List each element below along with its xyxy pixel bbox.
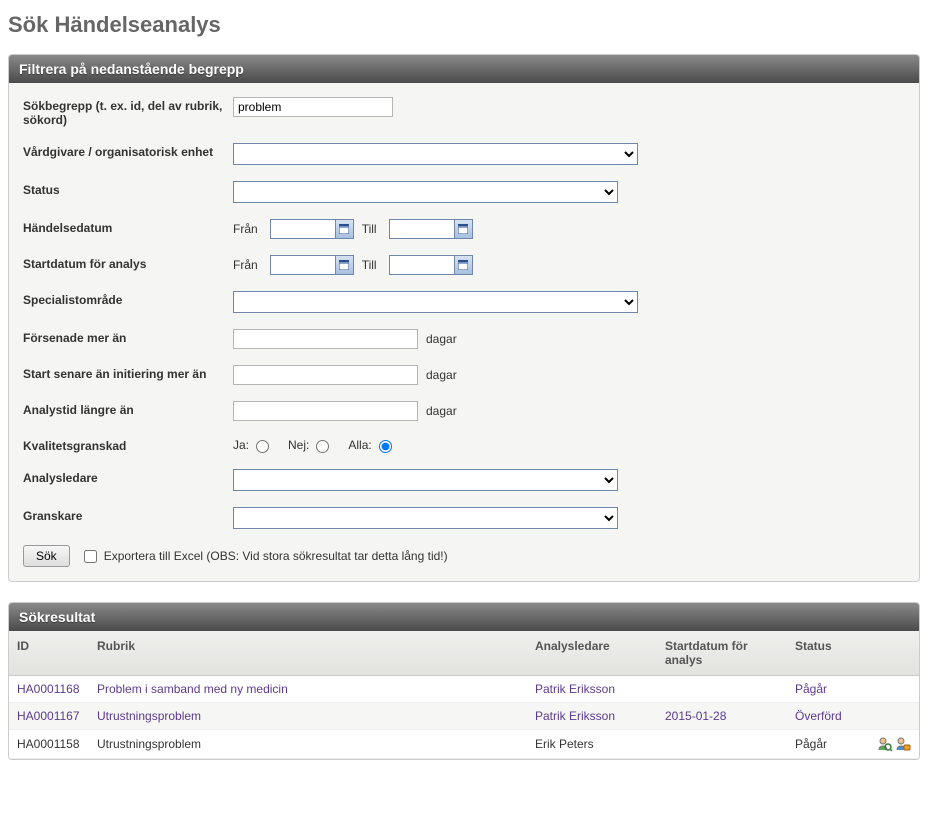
status-select[interactable] xyxy=(233,181,618,203)
table-row: HA0001158 Utrustningsproblem Erik Peters På… xyxy=(9,730,919,759)
sokbegrepp-label: Sökbegrepp (t. ex. id, del av rubrik, sö… xyxy=(23,97,233,127)
kvalitet-nej-radio[interactable] xyxy=(316,440,329,453)
analystid-input[interactable] xyxy=(233,401,418,421)
row-analysledare[interactable]: Patrik Eriksson xyxy=(535,709,615,723)
calendar-icon[interactable] xyxy=(336,219,354,239)
forsenade-input[interactable] xyxy=(233,329,418,349)
row-id: HA0001158 xyxy=(17,737,80,751)
row-analysledare: Erik Peters xyxy=(535,737,594,751)
kvalitet-ja-label: Ja: xyxy=(233,438,249,452)
page-title: Sök Händelseanalys xyxy=(8,12,920,38)
sokbegrepp-input[interactable] xyxy=(233,97,393,117)
start-senare-label: Start senare än initiering mer än xyxy=(23,365,233,381)
filter-panel-body: Sökbegrepp (t. ex. id, del av rubrik, sö… xyxy=(9,83,919,581)
row-startdatum[interactable]: 2015-01-28 xyxy=(665,709,726,723)
row-rubrik: Utrustningsproblem xyxy=(97,737,201,751)
row-rubrik[interactable]: Utrustningsproblem xyxy=(97,709,201,723)
handelsedatum-fran-input[interactable] xyxy=(270,219,336,239)
handelsedatum-label: Händelsedatum xyxy=(23,219,233,235)
filter-panel: Filtrera på nedanstående begrepp Sökbegr… xyxy=(8,54,920,582)
table-row: HA0001168 Problem i samband med ny medici… xyxy=(9,676,919,703)
kvalitet-nej-label: Nej: xyxy=(288,438,309,452)
dagar-label-3: dagar xyxy=(426,404,457,418)
user-role-icon[interactable] xyxy=(895,736,911,752)
till-label-2: Till xyxy=(362,258,377,272)
col-startdatum[interactable]: Startdatum för analys xyxy=(657,631,787,676)
granskare-label: Granskare xyxy=(23,507,233,523)
results-panel: Sökresultat ID Rubrik Analysledare Start… xyxy=(8,602,920,760)
kvalitet-radiogroup: Ja: Nej: Alla: xyxy=(233,437,905,453)
col-rubrik[interactable]: Rubrik xyxy=(89,631,527,676)
table-row: HA0001167 Utrustningsproblem Patrik Erikss… xyxy=(9,703,919,730)
handelsedatum-till-input[interactable] xyxy=(389,219,455,239)
kvalitet-label: Kvalitetsgranskad xyxy=(23,437,233,453)
row-status: Pågår xyxy=(795,737,827,751)
kvalitet-alla-label: Alla: xyxy=(348,438,371,452)
results-table: ID Rubrik Analysledare Startdatum för an… xyxy=(9,631,919,759)
export-excel-checkbox[interactable] xyxy=(84,550,97,563)
filter-panel-header: Filtrera på nedanstående begrepp xyxy=(9,55,919,83)
col-status[interactable]: Status xyxy=(787,631,867,676)
till-label-1: Till xyxy=(362,222,377,236)
specialist-select[interactable] xyxy=(233,291,638,313)
vardgivare-select[interactable] xyxy=(233,143,638,165)
export-excel-label: Exportera till Excel (OBS: Vid stora sök… xyxy=(104,549,448,563)
row-id[interactable]: HA0001168 xyxy=(17,682,80,696)
calendar-icon[interactable] xyxy=(455,219,473,239)
results-panel-header: Sökresultat xyxy=(9,603,919,631)
analysledare-select[interactable] xyxy=(233,469,618,491)
row-status[interactable]: Pågår xyxy=(795,682,827,696)
dagar-label-1: dagar xyxy=(426,332,457,346)
startdatum-till-input[interactable] xyxy=(389,255,455,275)
specialist-label: Specialistområde xyxy=(23,291,233,307)
col-id[interactable]: ID xyxy=(9,631,89,676)
sok-button[interactable]: Sök xyxy=(23,545,70,567)
kvalitet-alla-radio[interactable] xyxy=(379,440,392,453)
row-status[interactable]: Överförd xyxy=(795,709,842,723)
analystid-label: Analystid längre än xyxy=(23,401,233,417)
start-senare-input[interactable] xyxy=(233,365,418,385)
forsenade-label: Försenade mer än xyxy=(23,329,233,345)
granskare-select[interactable] xyxy=(233,507,618,529)
fran-label-1: Från xyxy=(233,222,258,236)
dagar-label-2: dagar xyxy=(426,368,457,382)
col-analysledare[interactable]: Analysledare xyxy=(527,631,657,676)
vardgivare-label: Vårdgivare / organisatorisk enhet xyxy=(23,143,233,159)
startdatum-label: Startdatum för analys xyxy=(23,255,233,271)
status-label: Status xyxy=(23,181,233,197)
startdatum-fran-input[interactable] xyxy=(270,255,336,275)
analysledare-label: Analysledare xyxy=(23,469,233,485)
calendar-icon[interactable] xyxy=(455,255,473,275)
row-rubrik[interactable]: Problem i samband med ny medicin xyxy=(97,682,288,696)
row-id[interactable]: HA0001167 xyxy=(17,709,80,723)
kvalitet-ja-radio[interactable] xyxy=(256,440,269,453)
user-search-icon[interactable] xyxy=(877,736,893,752)
calendar-icon[interactable] xyxy=(336,255,354,275)
row-analysledare[interactable]: Patrik Eriksson xyxy=(535,682,615,696)
fran-label-2: Från xyxy=(233,258,258,272)
